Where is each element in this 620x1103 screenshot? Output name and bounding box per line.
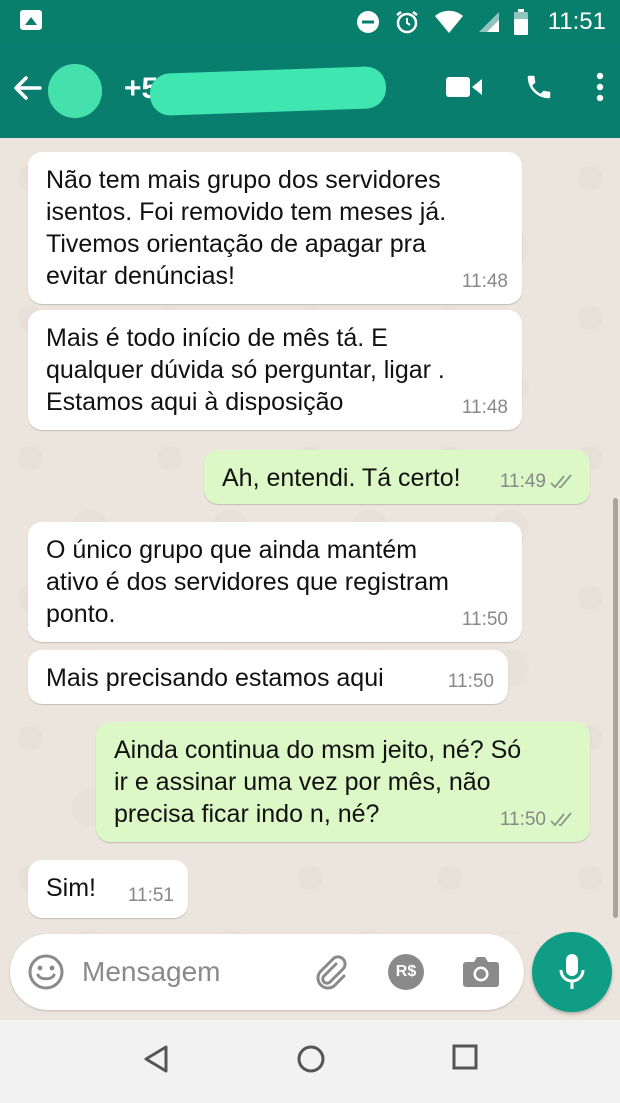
wifi-icon bbox=[434, 10, 463, 33]
chat-scrollbar[interactable] bbox=[613, 498, 618, 918]
gallery-notification-icon bbox=[20, 10, 42, 30]
more-options-icon[interactable] bbox=[596, 72, 604, 102]
message-time: 11:50 bbox=[499, 809, 546, 830]
read-receipt-icon bbox=[550, 812, 572, 827]
signal-icon bbox=[478, 12, 499, 32]
message-meta: 11:50 bbox=[500, 804, 576, 836]
message-time: 11:49 bbox=[499, 471, 546, 492]
system-navigation-bar bbox=[0, 1020, 620, 1103]
message-text: O único grupo que ainda mantém ativo é d… bbox=[46, 536, 449, 628]
attach-icon[interactable] bbox=[310, 952, 350, 992]
voice-message-button[interactable] bbox=[532, 932, 612, 1012]
message-meta: 11:49 bbox=[500, 466, 576, 498]
emoji-icon[interactable] bbox=[26, 952, 66, 992]
back-nav-icon[interactable] bbox=[142, 1044, 170, 1074]
video-call-icon[interactable] bbox=[446, 75, 482, 99]
phone-call-icon[interactable] bbox=[524, 72, 554, 102]
chat-area[interactable]: Não tem mais grupo dos servidores isento… bbox=[0, 138, 620, 934]
message-incoming[interactable]: O único grupo que ainda mantém ativo é d… bbox=[28, 522, 522, 642]
do-not-disturb-icon bbox=[356, 11, 379, 33]
status-bar: 11:51 bbox=[0, 0, 620, 44]
status-icons: 11:51 bbox=[356, 6, 606, 38]
message-outgoing[interactable]: Ainda continua do msm jeito, né? Só ir e… bbox=[96, 722, 590, 842]
message-time: 11:48 bbox=[461, 271, 508, 292]
message-incoming[interactable]: Mais é todo início de mês tá. E qualquer… bbox=[28, 310, 522, 430]
message-time: 11:50 bbox=[447, 671, 494, 692]
alarm-icon bbox=[395, 11, 418, 34]
chat-header: +55 bbox=[0, 44, 620, 138]
recents-nav-icon[interactable] bbox=[452, 1044, 478, 1070]
microphone-icon bbox=[559, 954, 585, 989]
message-text: Mais é todo início de mês tá. E qualquer… bbox=[46, 324, 445, 416]
redaction-mark bbox=[149, 65, 387, 117]
message-incoming[interactable]: Sim! 11:51 bbox=[28, 860, 188, 918]
battery-icon bbox=[513, 9, 528, 35]
camera-icon[interactable] bbox=[462, 954, 500, 990]
message-meta: 11:51 bbox=[128, 880, 174, 912]
message-meta: 11:50 bbox=[448, 666, 494, 698]
message-text: Mais precisando estamos aqui bbox=[46, 664, 384, 692]
message-meta: 11:50 bbox=[462, 604, 508, 636]
message-composer: R$ bbox=[10, 934, 524, 1010]
status-time: 11:51 bbox=[547, 8, 606, 35]
read-receipt-icon bbox=[550, 474, 572, 489]
message-meta: 11:48 bbox=[462, 266, 508, 298]
back-arrow-icon[interactable] bbox=[12, 72, 44, 104]
home-nav-icon[interactable] bbox=[296, 1044, 326, 1074]
message-text: Não tem mais grupo dos servidores isento… bbox=[46, 166, 447, 290]
message-outgoing[interactable]: Ah, entendi. Tá certo! 11:49 bbox=[204, 450, 590, 504]
message-time: 11:51 bbox=[127, 885, 174, 906]
message-input[interactable] bbox=[82, 954, 282, 990]
message-time: 11:50 bbox=[461, 609, 508, 630]
message-time: 11:48 bbox=[461, 397, 508, 418]
payment-button[interactable]: R$ bbox=[388, 954, 424, 990]
message-meta: 11:48 bbox=[462, 392, 508, 424]
message-incoming[interactable]: Mais precisando estamos aqui 11:50 bbox=[28, 650, 508, 704]
message-incoming[interactable]: Não tem mais grupo dos servidores isento… bbox=[28, 152, 522, 304]
contact-avatar[interactable] bbox=[48, 64, 102, 118]
